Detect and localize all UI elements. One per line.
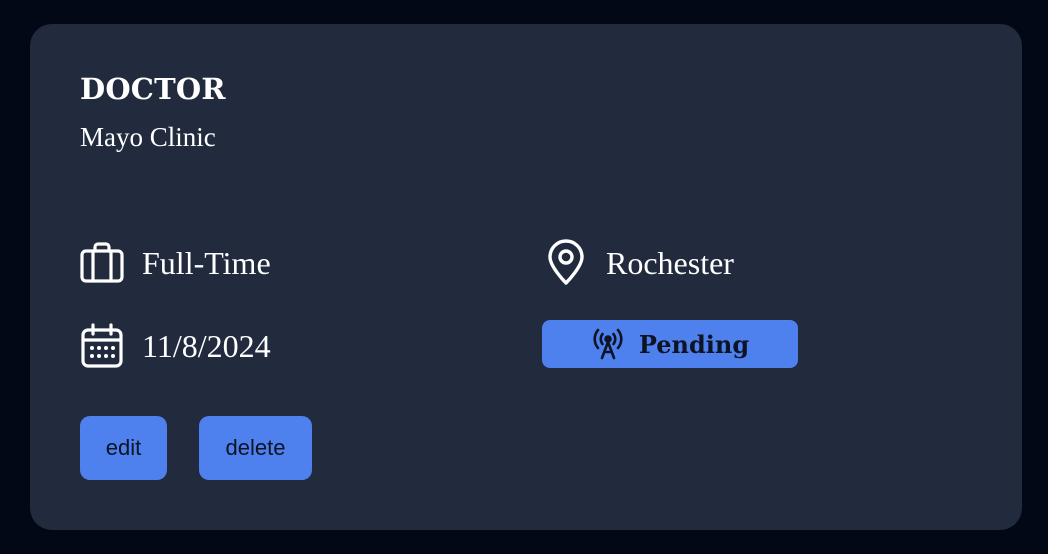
- broadcast-tower-icon: [591, 327, 625, 361]
- map-pin-icon: [542, 239, 590, 287]
- location-label: Rochester: [606, 244, 734, 281]
- date-info: 11/8/2024: [78, 322, 271, 370]
- job-type-label: Full-Time: [142, 244, 271, 281]
- job-type-info: Full-Time: [78, 239, 271, 287]
- date-label: 11/8/2024: [142, 327, 271, 364]
- calendar-icon: [78, 322, 126, 370]
- location-info: Rochester: [542, 239, 734, 287]
- job-position-title: DOCTOR: [80, 72, 226, 106]
- company-name: Mayo Clinic: [80, 122, 216, 152]
- briefcase-icon: [78, 239, 126, 287]
- edit-button[interactable]: edit: [80, 416, 167, 480]
- delete-button[interactable]: delete: [199, 416, 312, 480]
- job-card: DOCTOR Mayo Clinic Full-Time Rochester 1…: [30, 24, 1022, 530]
- status-badge: Pending: [542, 320, 798, 368]
- status-label: Pending: [638, 329, 750, 359]
